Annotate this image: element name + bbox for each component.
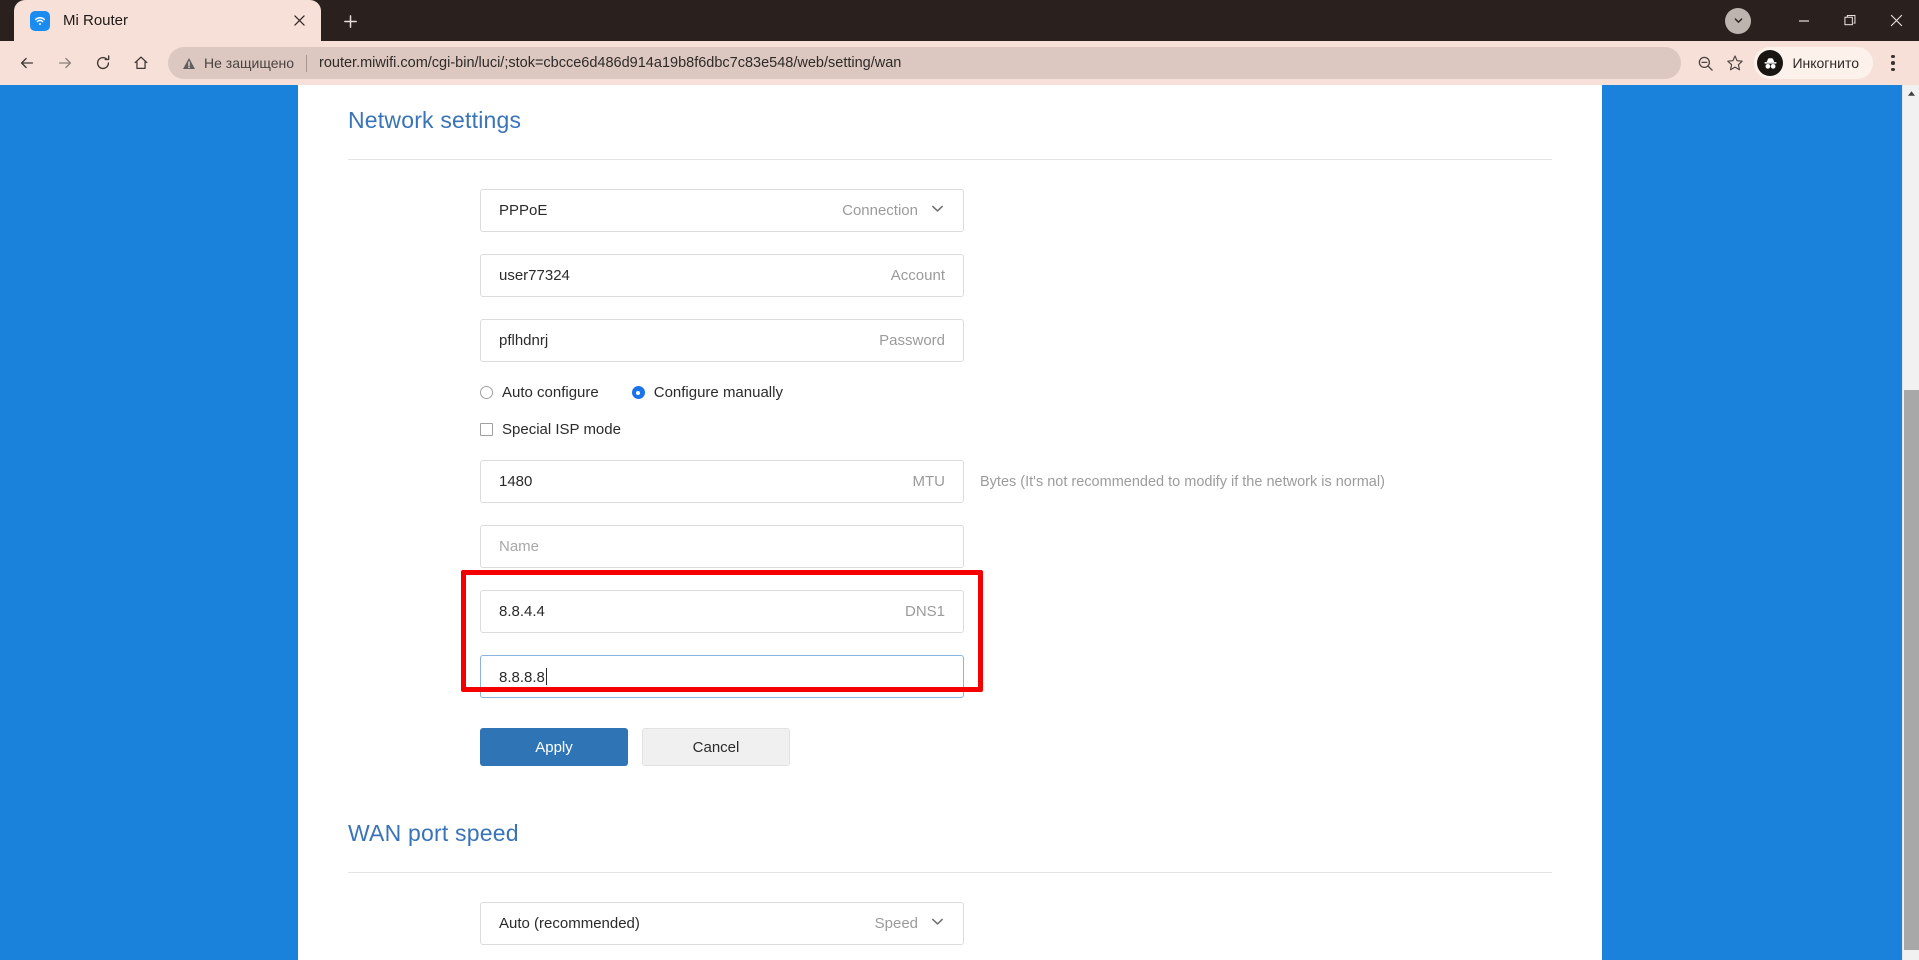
dns1-label: DNS1 bbox=[904, 603, 945, 620]
password-row: pflhdnrj Password bbox=[480, 319, 1552, 362]
tab-title: Mi Router bbox=[63, 12, 129, 29]
dns1-row: 8.8.4.4 DNS1 bbox=[480, 590, 964, 633]
password-value: pflhdnrj bbox=[499, 332, 549, 349]
mtu-value: 1480 bbox=[499, 473, 533, 490]
wan-port-speed-form: Auto (recommended) Speed bbox=[348, 873, 1552, 945]
form-actions: Apply Cancel bbox=[480, 728, 1552, 766]
security-status-text: Не защищено bbox=[204, 55, 294, 71]
radio-auto-configure[interactable]: Auto configure bbox=[480, 384, 599, 401]
dns-group: 8.8.4.4 DNS1 8.8.8.8 bbox=[461, 570, 983, 698]
dns2-value: 8.8.8.8 bbox=[499, 667, 547, 686]
name-placeholder: Name bbox=[499, 538, 540, 555]
special-isp-mode-checkbox[interactable]: Special ISP mode bbox=[480, 421, 1552, 438]
speed-value: Auto (recommended) bbox=[499, 915, 640, 932]
chevron-down-icon bbox=[930, 201, 945, 220]
speed-label-group: Speed bbox=[875, 914, 945, 933]
minimize-button[interactable] bbox=[1781, 0, 1827, 41]
text-caret bbox=[545, 667, 547, 685]
dns2-text: 8.8.8.8 bbox=[499, 668, 545, 686]
speed-select[interactable]: Auto (recommended) Speed bbox=[480, 902, 964, 945]
connection-value: PPPoE bbox=[499, 202, 548, 219]
restore-icon[interactable] bbox=[1827, 0, 1873, 41]
mtu-row: 1480 MTU Bytes (It's not recommended to … bbox=[480, 460, 1552, 503]
close-icon[interactable] bbox=[287, 9, 311, 33]
mtu-hint: Bytes (It's not recommended to modify if… bbox=[980, 473, 1385, 490]
apply-button[interactable]: Apply bbox=[480, 728, 628, 766]
arrow-left-icon[interactable] bbox=[10, 46, 44, 80]
password-label: Password bbox=[879, 332, 945, 349]
speed-row: Auto (recommended) Speed bbox=[480, 902, 1552, 945]
wifi-icon bbox=[30, 10, 50, 31]
incognito-icon bbox=[1757, 50, 1784, 76]
router-admin-panel: Network settings PPPoE Connection user77… bbox=[298, 85, 1602, 960]
radio-configure-manually-label: Configure manually bbox=[653, 384, 783, 401]
window-controls bbox=[1725, 0, 1919, 41]
close-window-button[interactable] bbox=[1873, 0, 1919, 41]
omnibox-divider bbox=[306, 54, 307, 72]
address-bar[interactable]: Не защищено router.miwifi.com/cgi-bin/lu… bbox=[168, 47, 1682, 79]
page-viewport: Network settings PPPoE Connection user77… bbox=[0, 85, 1919, 960]
connection-label: Connection bbox=[842, 202, 918, 219]
account-input[interactable]: user77324 Account bbox=[480, 254, 964, 297]
speed-label: Speed bbox=[874, 915, 918, 932]
scroll-up-arrow-icon[interactable] bbox=[1903, 85, 1919, 102]
star-icon[interactable] bbox=[1720, 48, 1750, 78]
dns1-value: 8.8.4.4 bbox=[499, 603, 545, 620]
profile-chip[interactable]: Инкогнито bbox=[1754, 47, 1873, 79]
wan-port-speed-section: WAN port speed Auto (recommended) Speed bbox=[348, 766, 1552, 945]
name-input[interactable]: Name bbox=[480, 525, 964, 568]
toolbar-actions: Инкогнито bbox=[1690, 46, 1909, 80]
dns2-input[interactable]: 8.8.8.8 bbox=[480, 655, 964, 698]
chevron-down-icon bbox=[930, 914, 945, 933]
checkbox-icon bbox=[480, 423, 493, 436]
scrollbar-thumb[interactable] bbox=[1904, 390, 1919, 950]
browser-window: Mi Router Не защищено router.miwifi.com/… bbox=[0, 0, 1919, 960]
password-input[interactable]: pflhdnrj Password bbox=[480, 319, 964, 362]
account-value: user77324 bbox=[499, 267, 570, 284]
radio-configure-manually[interactable]: Configure manually bbox=[631, 384, 783, 401]
connection-row: PPPoE Connection bbox=[480, 189, 1552, 232]
connection-label-group: Connection bbox=[842, 201, 945, 220]
account-label: Account bbox=[890, 267, 945, 284]
browser-tab[interactable]: Mi Router bbox=[14, 0, 321, 41]
page-title: Network settings bbox=[348, 107, 522, 133]
connection-select[interactable]: PPPoE Connection bbox=[480, 189, 964, 232]
name-row: Name bbox=[480, 525, 1552, 568]
profile-label: Инкогнито bbox=[1792, 55, 1859, 71]
new-tab-button[interactable] bbox=[333, 4, 367, 38]
wan-port-speed-title: WAN port speed bbox=[348, 820, 519, 846]
zoom-out-icon[interactable] bbox=[1690, 48, 1720, 78]
browser-toolbar: Не защищено router.miwifi.com/cgi-bin/lu… bbox=[0, 41, 1919, 85]
page-content: Network settings PPPoE Connection user77… bbox=[298, 85, 1602, 945]
mtu-input[interactable]: 1480 MTU bbox=[480, 460, 964, 503]
url-text: router.miwifi.com/cgi-bin/luci/;stok=cbc… bbox=[319, 55, 902, 71]
home-icon[interactable] bbox=[124, 46, 158, 80]
radio-auto-configure-label: Auto configure bbox=[502, 384, 599, 401]
more-vertical-icon[interactable] bbox=[1877, 46, 1909, 80]
dns1-input[interactable]: 8.8.4.4 DNS1 bbox=[480, 590, 964, 633]
dns2-row: 8.8.8.8 bbox=[480, 655, 964, 698]
reload-icon[interactable] bbox=[86, 46, 120, 80]
radio-icon bbox=[480, 386, 493, 399]
cancel-button[interactable]: Cancel bbox=[642, 728, 790, 766]
tab-strip: Mi Router bbox=[0, 0, 1919, 41]
warning-triangle-icon bbox=[182, 57, 196, 70]
mtu-label: MTU bbox=[912, 473, 946, 490]
arrow-right-icon[interactable] bbox=[48, 46, 82, 80]
network-settings-form: PPPoE Connection user77324 Account pflhd… bbox=[348, 160, 1552, 766]
page-scrollbar[interactable] bbox=[1902, 85, 1919, 960]
config-mode-group: Auto configure Configure manually bbox=[480, 384, 1552, 401]
account-row: user77324 Account bbox=[480, 254, 1552, 297]
radio-selected-icon bbox=[631, 386, 645, 399]
special-isp-mode-label: Special ISP mode bbox=[502, 421, 621, 438]
chevron-down-icon[interactable] bbox=[1725, 7, 1751, 34]
